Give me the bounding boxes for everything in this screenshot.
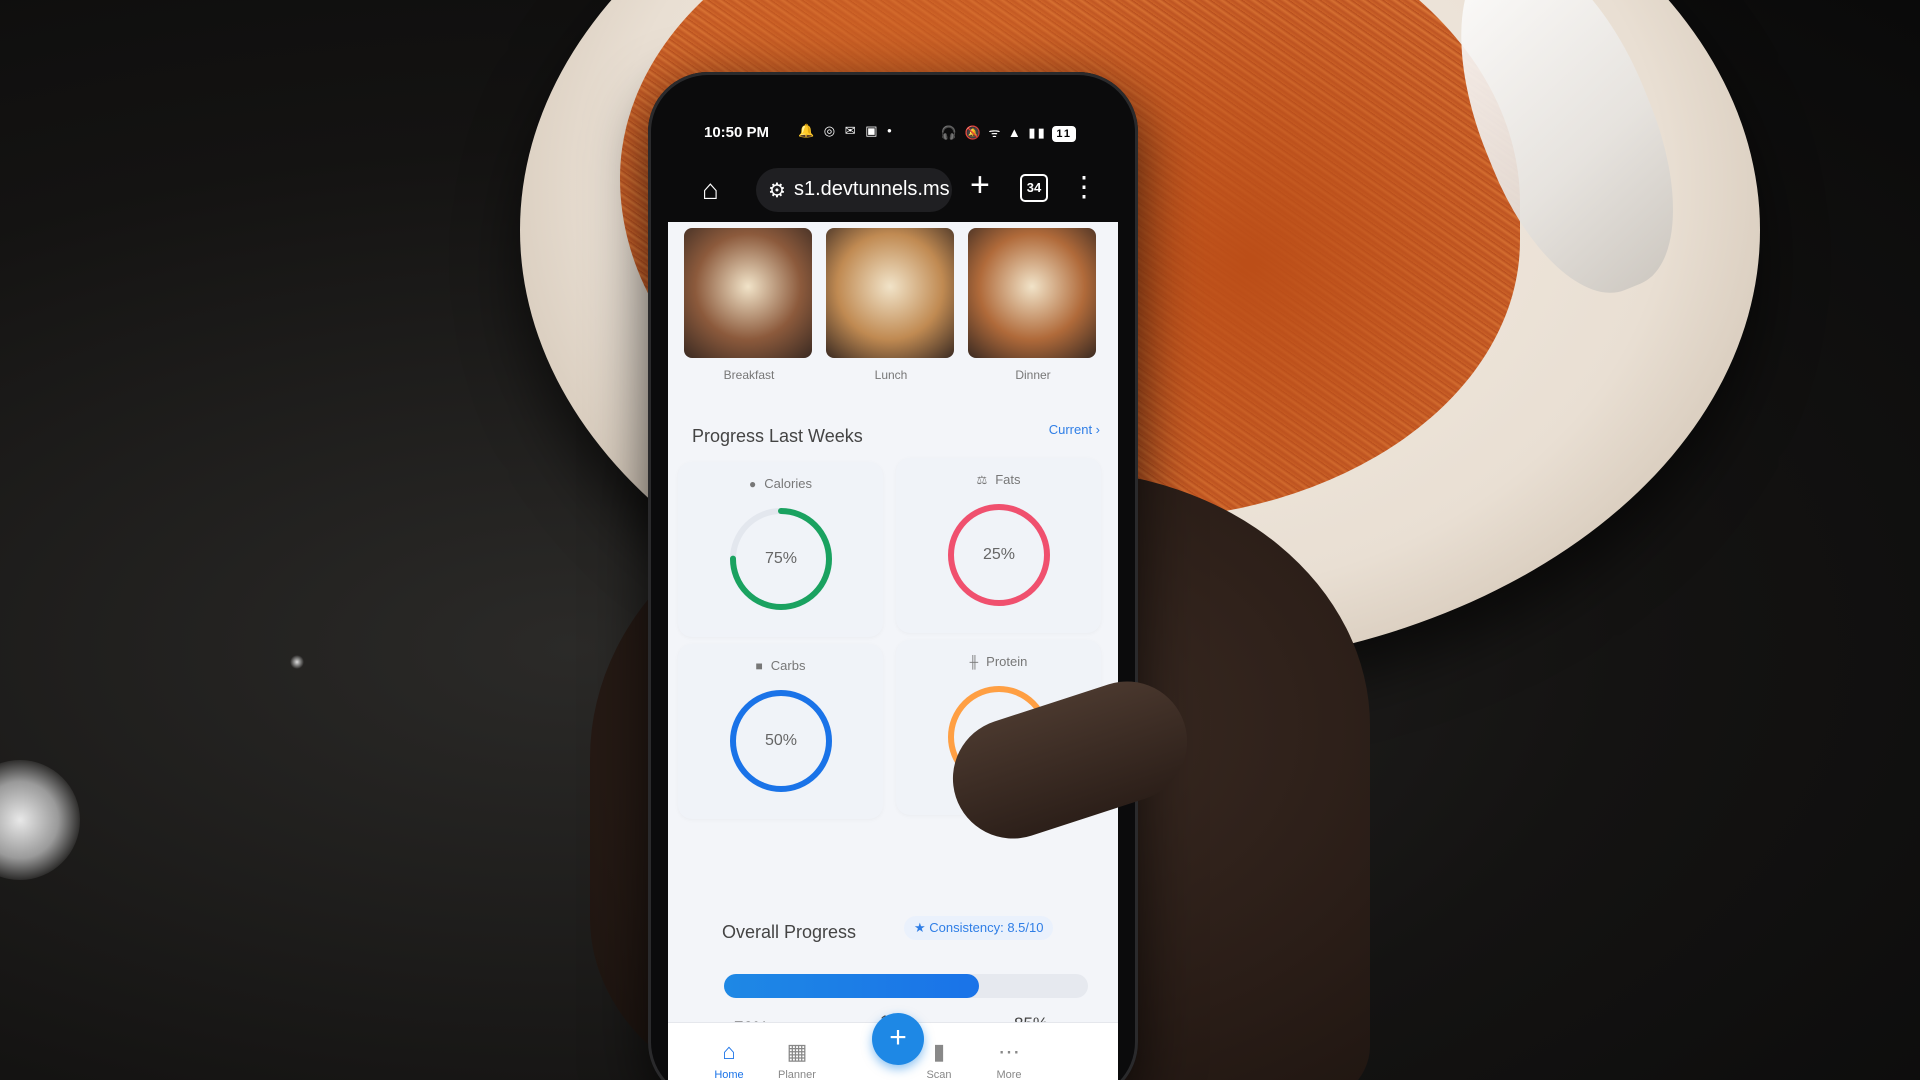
tab-switcher-button[interactable]: 34 xyxy=(1020,174,1048,202)
meals-row: Breakfast Lunch Dinner xyxy=(684,228,1104,398)
card-label: Carbs xyxy=(770,658,806,673)
site-settings-icon[interactable]: ⚙ xyxy=(768,178,786,203)
system-icons: 🎧 🔕 ᯤ ▲ ▮▮ 11 xyxy=(941,123,1076,142)
consistency-badge: ★ Consistency: 8.5/10 xyxy=(904,916,1054,940)
status-time: 10:50 PM xyxy=(704,124,770,141)
meal-thumbnail xyxy=(684,228,812,358)
card-label: Calories xyxy=(764,476,812,491)
dumbbell-icon: ╫ xyxy=(969,655,979,669)
calories-card[interactable]: ● Calories 75% xyxy=(678,462,883,637)
carbs-card[interactable]: ■ Carbs 50% xyxy=(678,644,883,819)
meal-lunch[interactable]: Lunch xyxy=(826,228,956,398)
current-link[interactable]: Current › xyxy=(1049,422,1100,437)
browser-toolbar: ⌂ ⚙ s1.devtunnels.ms + 34 ⋮ xyxy=(688,160,1100,220)
card-value: 50% xyxy=(764,732,798,749)
bread-icon: ■ xyxy=(755,659,763,673)
meal-label: Lunch xyxy=(874,368,908,382)
app-screen: Breakfast Lunch Dinner Progress Last Wee… xyxy=(668,222,1118,1080)
meal-thumbnail xyxy=(968,228,1096,358)
fats-card[interactable]: ⚖ Fats 25% xyxy=(896,458,1101,633)
url-text[interactable]: s1.devtunnels.ms xyxy=(794,178,950,201)
nav-planner[interactable]: ▦ Planner xyxy=(762,1039,832,1080)
overall-title: Overall Progress xyxy=(722,922,857,942)
meal-dinner[interactable]: Dinner xyxy=(968,228,1098,398)
progress-bar xyxy=(724,974,1088,998)
home-icon[interactable]: ⌂ xyxy=(702,174,719,206)
bookmark-icon: ▮ xyxy=(932,1039,946,1064)
apple-icon: ● xyxy=(749,477,757,491)
address-bar[interactable]: ⚙ s1.devtunnels.ms xyxy=(756,168,952,212)
phone: 10:50 PM 🔔 ◎ ✉ ▣ • 🎧 🔕 ᯤ ▲ ▮▮ 11 ⌂ ⚙ s1.… xyxy=(648,72,1138,1080)
nav-scan[interactable]: ▮ Scan xyxy=(904,1039,974,1080)
nav-more[interactable]: ⋯ More xyxy=(974,1039,1044,1080)
nav-label: Planner xyxy=(778,1069,816,1080)
star-icon: ★ xyxy=(914,920,930,935)
calendar-icon: ▦ xyxy=(786,1039,808,1064)
table-reflection xyxy=(290,655,304,669)
home-icon: ⌂ xyxy=(722,1039,736,1064)
meal-label: Breakfast xyxy=(723,368,775,382)
status-bar: 10:50 PM 🔔 ◎ ✉ ▣ • 🎧 🔕 ᯤ ▲ ▮▮ 11 xyxy=(688,116,1098,152)
card-value: 25% xyxy=(982,546,1016,563)
new-tab-icon[interactable]: + xyxy=(970,166,990,205)
progress-bar-fill xyxy=(724,974,979,998)
card-value: 75% xyxy=(764,550,798,567)
overflow-menu-icon[interactable]: ⋮ xyxy=(1070,170,1098,203)
nav-label: More xyxy=(996,1069,1022,1080)
bottom-nav: ⌂ Home ▦ Planner + ▮ Scan ⋯ More xyxy=(668,1013,1118,1080)
table-glare xyxy=(0,760,80,880)
meal-label: Dinner xyxy=(1015,368,1051,382)
battery-icon: 11 xyxy=(1052,126,1076,142)
card-label: Protein xyxy=(986,654,1028,669)
nav-label: Home xyxy=(714,1069,744,1080)
meal-breakfast[interactable]: Breakfast xyxy=(684,228,814,398)
card-label: Fats xyxy=(995,472,1021,487)
nav-label: Scan xyxy=(926,1069,952,1080)
notification-icons: 🔔 ◎ ✉ ▣ • xyxy=(798,123,895,138)
progress-title: Progress Last Weeks xyxy=(692,426,863,446)
nav-home[interactable]: ⌂ Home xyxy=(694,1039,764,1080)
fat-icon: ⚖ xyxy=(976,473,988,487)
signal-icons: 🎧 🔕 ᯤ ▲ ▮▮ xyxy=(940,125,1047,140)
consistency-text: Consistency: 8.5/10 xyxy=(929,920,1044,935)
photo-scene: 10:50 PM 🔔 ◎ ✉ ▣ • 🎧 🔕 ᯤ ▲ ▮▮ 11 ⌂ ⚙ s1.… xyxy=(0,0,1920,1080)
meal-thumbnail xyxy=(826,228,954,358)
more-icon: ⋯ xyxy=(998,1039,1020,1064)
